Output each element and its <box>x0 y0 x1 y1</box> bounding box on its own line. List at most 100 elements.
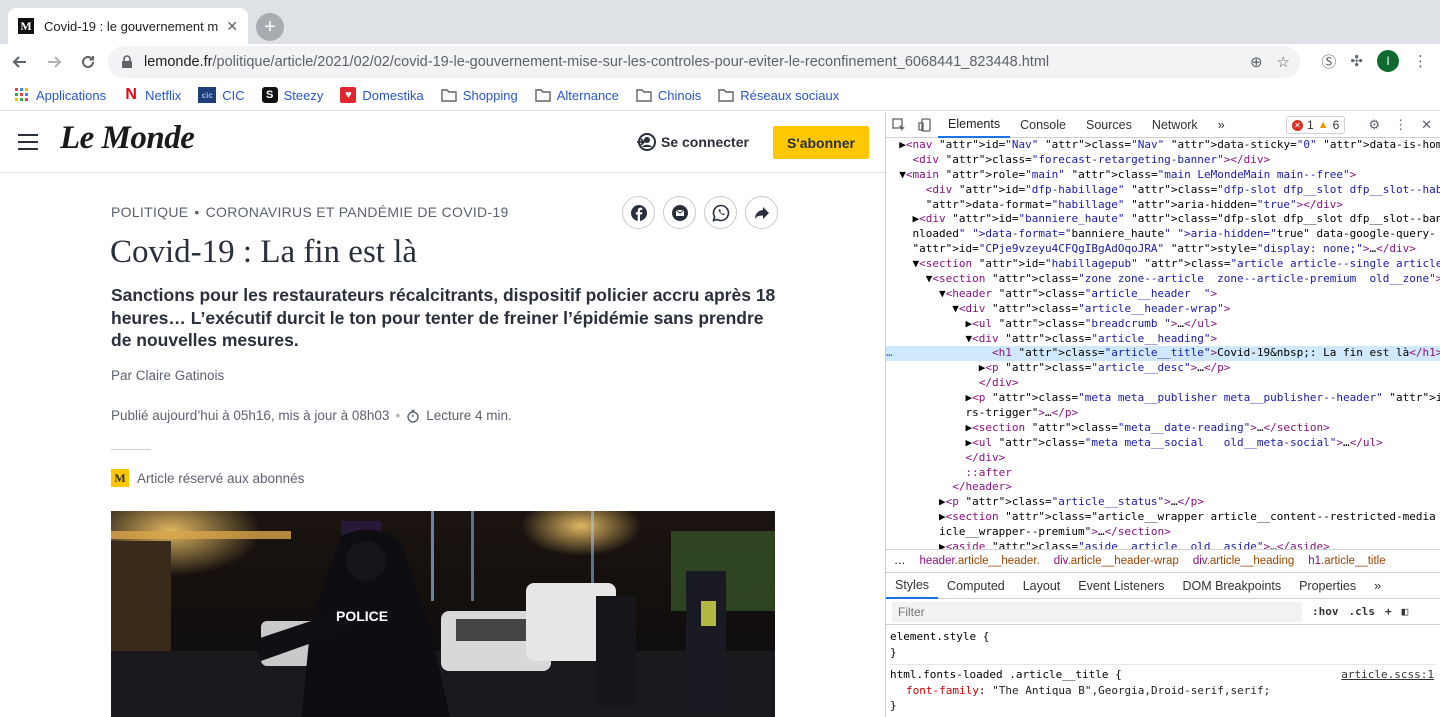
dom-node-line[interactable]: ▼<header "attr">class="article__header "… <box>886 287 1440 302</box>
dom-node-line[interactable]: rs-trigger">…</p> <box>886 406 1440 421</box>
bookmark-cic[interactable]: cic CIC <box>198 87 245 103</box>
breadcrumb-covid[interactable]: CORONAVIRUS ET PANDÉMIE DE COVID-19 <box>206 204 509 220</box>
bookmark-steezy[interactable]: S Steezy <box>261 87 323 103</box>
devtools-menu-icon[interactable]: ⋮ <box>1394 117 1407 133</box>
back-button[interactable] <box>6 48 34 76</box>
dom-node-line[interactable]: </header> <box>886 480 1440 495</box>
whatsapp-share-button[interactable] <box>704 196 737 229</box>
crumbs-more[interactable]: … <box>894 555 906 567</box>
author-byline[interactable]: Par Claire Gatinois <box>111 368 224 383</box>
add-to-page-icon[interactable]: ⊕ <box>1250 53 1263 71</box>
more-share-button[interactable] <box>745 196 778 229</box>
article-title-rule[interactable]: html.fonts-loaded .article__title { arti… <box>890 665 1436 717</box>
login-button[interactable]: Se connecter <box>636 132 749 152</box>
styles-filter-input[interactable] <box>892 601 1302 622</box>
new-style-rule-button[interactable]: + <box>1385 605 1392 618</box>
rule-property[interactable]: font-family: "The Antiqua B",Georgia,Dro… <box>890 683 1436 699</box>
bookmark-folder-shopping[interactable]: Shopping <box>441 87 518 103</box>
dom-node-line[interactable]: ::after <box>886 466 1440 481</box>
more-subtabs-chevron-icon[interactable]: » <box>1365 573 1390 599</box>
close-devtools-icon[interactable]: ✕ <box>1421 117 1432 133</box>
crumb-header[interactable]: header.article__header. <box>920 555 1040 567</box>
device-toolbar-icon[interactable] <box>912 117 938 132</box>
forward-button[interactable] <box>40 48 68 76</box>
menu-kebab-icon[interactable]: ⋮ <box>1413 52 1428 70</box>
le-monde-logo[interactable]: Le Monde <box>60 120 195 157</box>
crumb-heading[interactable]: div.article__heading <box>1193 555 1294 567</box>
bookmark-star-icon[interactable]: ☆ <box>1277 53 1290 71</box>
close-tab-icon[interactable]: ✕ <box>226 18 238 35</box>
extensions-puzzle-icon[interactable]: ✣ <box>1350 52 1363 70</box>
dom-node-line[interactable]: ▶<nav "attr">id="Nav" "attr">class="Nav"… <box>886 138 1440 153</box>
element-style-rule[interactable]: element.style { } <box>890 627 1436 665</box>
bookmark-netflix[interactable]: N Netflix <box>123 86 181 103</box>
email-share-button[interactable] <box>663 196 696 229</box>
bookmark-folder-chinois[interactable]: Chinois <box>636 87 701 103</box>
facebook-icon <box>630 204 647 221</box>
more-tabs-chevron-icon[interactable]: » <box>1208 112 1235 138</box>
dom-node-line[interactable]: </div> <box>886 451 1440 466</box>
dom-node-line[interactable]: <div "attr">class="forecast-retargeting-… <box>886 153 1440 168</box>
dom-node-line[interactable]: ▶<aside "attr">class="aside__article old… <box>886 540 1440 549</box>
dom-node-line[interactable]: ▶<div "attr">id="banniere_haute" "attr">… <box>886 212 1440 227</box>
toggle-sidebar-icon[interactable]: ◧ <box>1402 605 1409 618</box>
dom-node-line[interactable]: ▶<section "attr">class="meta__date-readi… <box>886 421 1440 436</box>
tab-dom-breakpoints[interactable]: DOM Breakpoints <box>1173 573 1290 599</box>
dom-node-line[interactable]: ▶<ul "attr">class="meta meta__social old… <box>886 436 1440 451</box>
dom-node-line[interactable]: nloaded" ">data-format="banniere_haute" … <box>886 227 1440 242</box>
settings-gear-icon[interactable]: ⚙ <box>1368 117 1380 133</box>
dom-node-line[interactable]: ▶<p "attr">class="article__desc">…</p> <box>886 361 1440 376</box>
browser-tab[interactable]: M Covid-19 : le gouvernement mise ✕ <box>8 8 248 44</box>
skype-extension-icon[interactable]: Ⓢ <box>1321 51 1336 72</box>
bookmark-domestika[interactable]: ♥ Domestika <box>340 87 424 103</box>
dom-node-line[interactable]: "attr">data-format="habillage" "attr">ar… <box>886 198 1440 213</box>
address-bar[interactable]: lemonde.fr/politique/article/2021/02/02/… <box>108 46 1300 78</box>
dom-node-line[interactable]: ▶<section "attr">class="article__wrapper… <box>886 510 1440 525</box>
folder-icon <box>636 89 652 102</box>
tab-event-listeners[interactable]: Event Listeners <box>1069 573 1173 599</box>
bookmark-folder-reseaux-sociaux[interactable]: Réseaux sociaux <box>718 87 839 103</box>
bookmark-applications[interactable]: Applications <box>14 87 106 103</box>
rule-source-link[interactable]: article.scss:1 <box>1341 667 1434 683</box>
profile-avatar[interactable]: I <box>1377 50 1399 72</box>
breadcrumb-politique[interactable]: POLITIQUE <box>111 204 188 220</box>
reload-button[interactable] <box>74 48 102 76</box>
tab-elements[interactable]: Elements <box>938 112 1011 138</box>
dom-node-line[interactable]: "attr">id="CPje9vzeyu4CFQgIBgAdOqoJRA" "… <box>886 242 1440 257</box>
tab-layout[interactable]: Layout <box>1014 573 1070 599</box>
login-label: Se connecter <box>661 134 749 150</box>
class-toggle[interactable]: .cls <box>1349 605 1376 618</box>
hamburger-menu-icon[interactable] <box>18 134 38 150</box>
tab-sources[interactable]: Sources <box>1076 112 1142 138</box>
tab-styles[interactable]: Styles <box>886 573 939 599</box>
hover-state-toggle[interactable]: :hov <box>1312 605 1339 618</box>
bookmark-folder-alternance[interactable]: Alternance <box>535 87 619 103</box>
dom-node-line[interactable]: ▼<main "attr">role="main" "attr">class="… <box>886 168 1440 183</box>
dom-node-line[interactable]: ▼<section "attr">class="zone zone--artic… <box>886 272 1440 287</box>
tab-computed[interactable]: Computed <box>938 573 1014 599</box>
tab-network[interactable]: Network <box>1142 112 1208 138</box>
new-tab-button[interactable]: + <box>256 13 284 41</box>
dom-node-line[interactable]: ▼<section "attr">id="habillagepub" "attr… <box>886 257 1440 272</box>
selected-dom-node-line[interactable]: … <h1 "attr">class="article__title">Covi… <box>886 346 1440 362</box>
dom-node-line[interactable]: ▶<p "attr">class="meta meta__publisher m… <box>886 391 1440 406</box>
dom-node-line[interactable]: </div> <box>886 376 1440 391</box>
tab-properties[interactable]: Properties <box>1290 573 1365 599</box>
tab-console[interactable]: Console <box>1010 112 1076 138</box>
dom-node-line[interactable]: ▼<div "attr">class="article__heading"> <box>886 332 1440 347</box>
dom-node-line[interactable]: <div "attr">id="dfp-habillage" "attr">cl… <box>886 183 1440 198</box>
dom-node-line[interactable]: ▶<ul "attr">class="breadcrumb ">…</ul> <box>886 317 1440 332</box>
issues-counter[interactable]: ✕ 1 ▲ 6 <box>1286 116 1346 134</box>
crumb-header-wrap[interactable]: div.article__header-wrap <box>1054 555 1179 567</box>
subscribe-button[interactable]: S'abonner <box>773 126 869 159</box>
dom-node-line[interactable]: ▶<p "attr">class="article__status">…</p> <box>886 495 1440 510</box>
web-page: Le Monde Se connecter S'abonner POLITIQU… <box>0 112 885 717</box>
facebook-share-button[interactable] <box>622 196 655 229</box>
crumb-title[interactable]: h1.article__title <box>1308 555 1385 567</box>
inspect-element-icon[interactable] <box>886 117 912 132</box>
dom-tree[interactable]: ▶<nav "attr">id="Nav" "attr">class="Nav"… <box>886 138 1440 549</box>
rule-close-brace: } <box>890 699 897 712</box>
user-circle-icon <box>637 133 656 151</box>
dom-node-line[interactable]: icle__wrapper--premium">…</section> <box>886 525 1440 540</box>
dom-node-line[interactable]: ▼<div "attr">class="article__header-wrap… <box>886 302 1440 317</box>
